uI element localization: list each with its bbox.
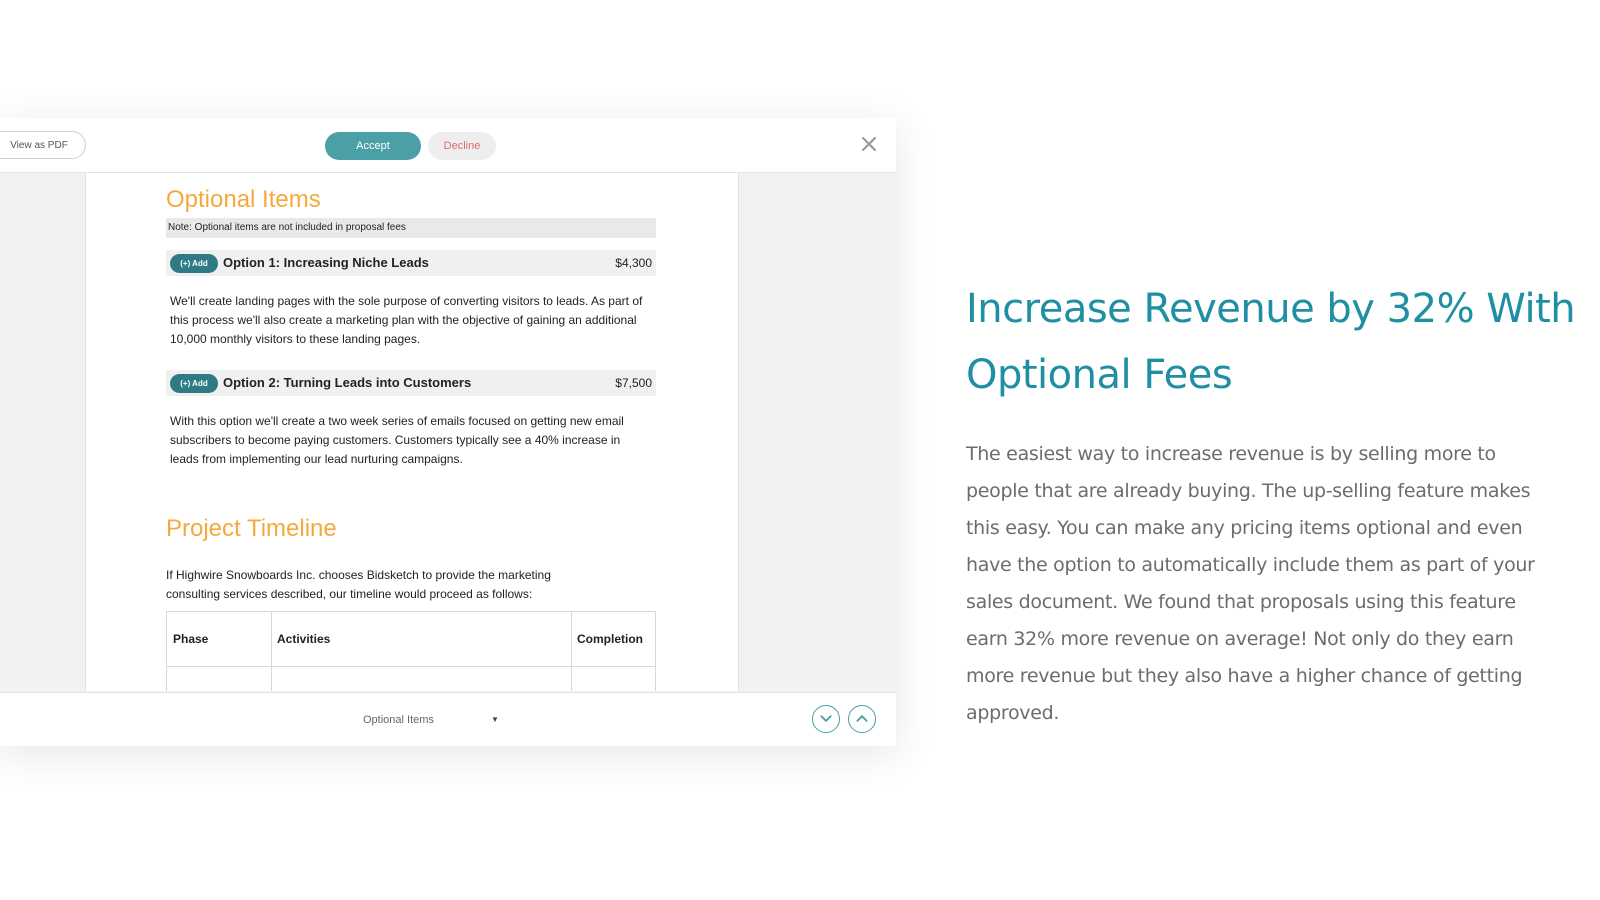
optional-items-note: Note: Optional items are not included in… xyxy=(166,218,656,238)
option-2-description: With this option we'll create a two week… xyxy=(170,414,624,466)
feature-description: The easiest way to increase revenue is b… xyxy=(966,443,1535,724)
view-pdf-button[interactable]: View as PDF xyxy=(0,131,86,159)
timeline-intro: If Highwire Snowboards Inc. chooses Bids… xyxy=(166,568,551,601)
proposal-document: Optional Items Note: Optional items are … xyxy=(85,173,739,691)
previous-section-button[interactable] xyxy=(848,705,876,733)
proposal-screenshot: View as PDF Accept Decline Optional Item… xyxy=(0,118,896,746)
chevron-up-icon xyxy=(856,714,868,722)
option-row-1: (+) Add Option 1: Increasing Niche Leads… xyxy=(166,250,656,276)
next-section-button[interactable] xyxy=(812,705,840,733)
table-header-completion: Completion xyxy=(577,632,643,646)
chevron-down-icon xyxy=(820,715,832,723)
decline-button[interactable]: Decline xyxy=(428,132,496,160)
option-2-title: Option 2: Turning Leads into Customers xyxy=(223,375,472,390)
table-header-phase: Phase xyxy=(173,632,209,646)
proposal-bottom-bar: Optional Items ▼ xyxy=(0,692,896,746)
add-option-2-button[interactable]: (+) Add xyxy=(170,374,218,393)
dropdown-caret-icon: ▼ xyxy=(491,715,499,724)
feature-headline: Increase Revenue by 32% With Optional Fe… xyxy=(966,286,1576,398)
table-header-activities: Activities xyxy=(277,632,331,646)
section-select-value: Optional Items xyxy=(363,714,434,726)
add-option-1-button[interactable]: (+) Add xyxy=(170,254,218,273)
timeline-table: Phase Activities Completion xyxy=(166,611,656,691)
option-1-description: We'll create landing pages with the sole… xyxy=(170,294,643,346)
option-1-price: $4,300 xyxy=(615,256,652,270)
project-timeline-heading: Project Timeline xyxy=(166,515,337,542)
accept-button[interactable]: Accept xyxy=(325,132,421,160)
option-row-2: (+) Add Option 2: Turning Leads into Cus… xyxy=(166,370,656,396)
close-icon[interactable] xyxy=(857,132,881,156)
option-2-price: $7,500 xyxy=(615,376,652,390)
proposal-toolbar: View as PDF Accept Decline xyxy=(0,118,896,173)
option-1-title: Option 1: Increasing Niche Leads xyxy=(223,255,429,270)
optional-items-heading: Optional Items xyxy=(166,186,321,213)
section-select[interactable]: Optional Items ▼ xyxy=(363,707,503,733)
